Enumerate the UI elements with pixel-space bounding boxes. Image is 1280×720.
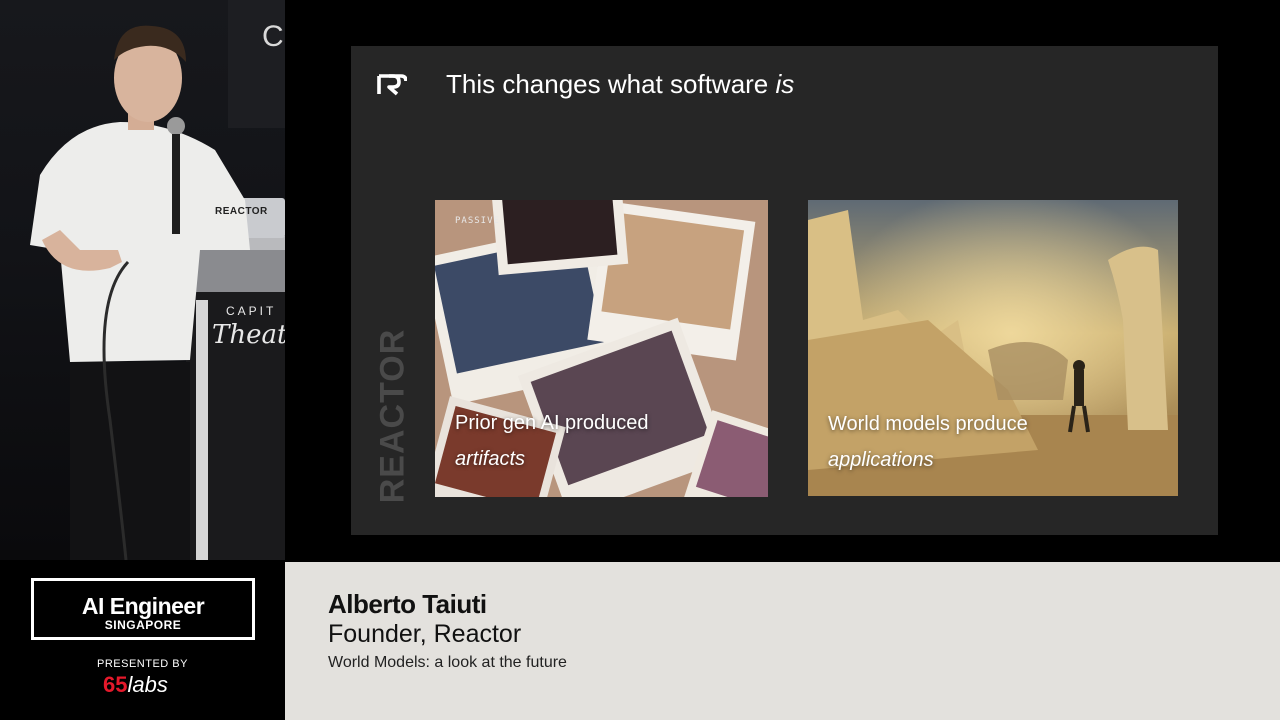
event-name: AI Engineer [81, 593, 205, 619]
lectern-sign: CAPIT Theat [200, 290, 285, 360]
slide-title-main: This changes what software [446, 69, 776, 99]
card-world-models: World models produce applications [808, 200, 1178, 496]
vertical-brand: REACTOR [373, 318, 413, 514]
event-logo: AI Engineer SINGAPORE [31, 578, 255, 640]
slide-title-emphasis: is [775, 69, 795, 99]
card-prior-gen-caption: Prior gen AI produced artifacts [455, 405, 648, 477]
slide-title: This changes what software is [446, 68, 794, 100]
presented-by-label: PRESENTED BY [97, 658, 188, 670]
speaker-video: C REACTOR CAPIT Theat [0, 0, 285, 560]
card-prior-gen-caption-line2: artifacts [455, 448, 526, 470]
event-location: SINGAPORE [104, 618, 182, 632]
sponsor-logo: 65labs [103, 672, 168, 698]
vertical-brand-text: REACTOR [373, 328, 412, 504]
talk-title: World Models: a look at the future [328, 654, 567, 671]
slide: This changes what software is REACTOR PA… [351, 46, 1218, 535]
speaker-name: Alberto Taiuti [328, 589, 487, 619]
presentation-area: This changes what software is REACTOR PA… [285, 0, 1280, 560]
card-prior-gen-caption-line1: Prior gen AI produced [455, 412, 649, 434]
reactor-logo-icon [377, 74, 407, 96]
passive-tag: PASSIVE [455, 216, 500, 226]
sponsor-word: labs [127, 672, 168, 697]
event-branding: AI Engineer SINGAPORE PRESENTED BY 65lab… [0, 560, 285, 720]
card-world-models-caption-line1: World models produce [828, 413, 1028, 435]
card-prior-gen: PASSIVE Prior gen AI produced artifacts [435, 200, 768, 497]
laptop-logo-text: REACTOR [215, 206, 268, 217]
lectern-sign-script: Theat [212, 320, 285, 350]
speaker-info-bar: Alberto Taiuti Founder, Reactor World Mo… [285, 562, 1280, 720]
card-world-models-caption: World models produce applications [828, 406, 1028, 478]
card-world-models-caption-line2: applications [828, 449, 934, 471]
lectern-sign-top: CAPIT [226, 304, 277, 318]
speaker-role: Founder, Reactor [328, 620, 522, 648]
speaker-figure [30, 25, 285, 560]
sponsor-number: 65 [103, 672, 128, 697]
